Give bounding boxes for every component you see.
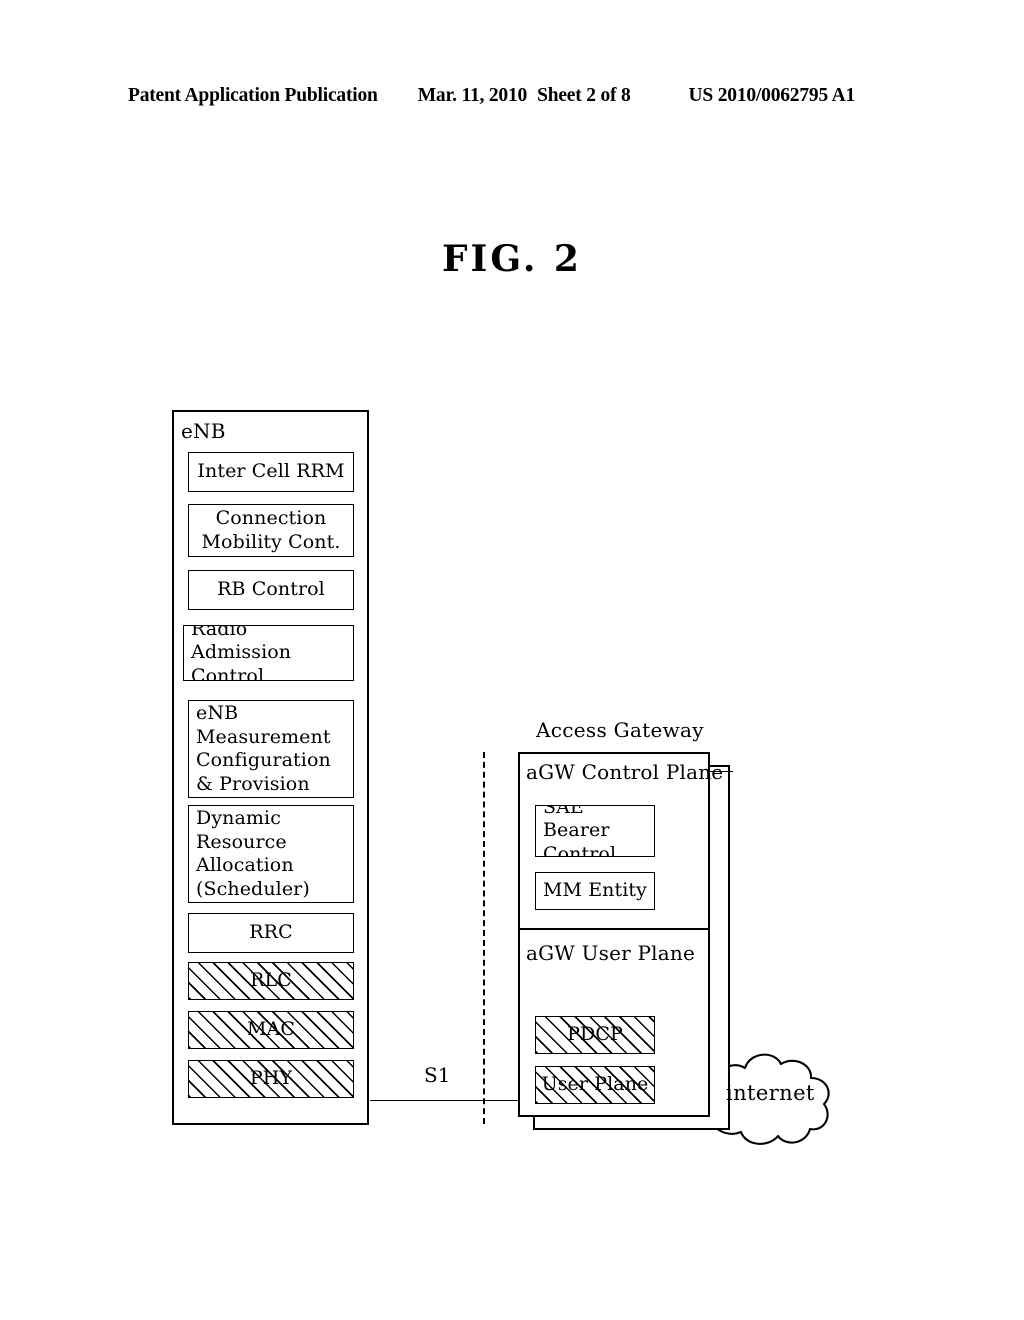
agw-unit-label: SAE Bearer Control [543, 805, 617, 857]
enb-unit-label: RB Control [217, 578, 325, 601]
enb-unit-rb-control[interactable]: RB Control [188, 570, 354, 610]
agw-section-divider [518, 928, 710, 930]
s1-interface-line [370, 1100, 520, 1101]
s1-interface-label: S1 [424, 1063, 451, 1087]
enb-unit-label: Dynamic Resource Allocation (Scheduler) [196, 807, 310, 900]
enb-unit-mac[interactable]: MAC [188, 1011, 354, 1049]
enb-unit-label: Radio Admission Control [191, 625, 292, 681]
access-gateway-caption: Access Gateway [536, 718, 704, 742]
enb-unit-connection-mobility-cont[interactable]: Connection Mobility Cont. [188, 504, 354, 557]
page-header: Patent Application Publication Mar. 11, … [128, 85, 896, 111]
enb-unit-radio-admission-control[interactable]: Radio Admission Control [183, 625, 354, 681]
network-boundary-dashed-line [483, 752, 485, 1124]
header-patent-number: US 2010/0062795 A1 [688, 85, 856, 106]
enb-unit-label: PHY [249, 1067, 293, 1090]
header-sheet-text: Sheet 2 of 8 [537, 85, 631, 106]
enb-unit-inter-cell-rrm[interactable]: Inter Cell RRM [188, 452, 354, 492]
agw-unit-pdcp[interactable]: PDCP [535, 1016, 655, 1054]
enb-unit-label: MAC [246, 1018, 295, 1041]
agw-user-plane-title: aGW User Plane [526, 941, 695, 965]
internet-label: internet [726, 1081, 815, 1105]
agw-unit-label: MM Entity [542, 879, 648, 902]
agw-shadow-connector [710, 771, 733, 772]
agw-unit-mm-entity[interactable]: MM Entity [535, 872, 655, 910]
enb-unit-label: eNB Measurement Configuration & Provisio… [196, 702, 331, 795]
agw-control-plane-title: aGW Control Plane [526, 760, 724, 784]
enb-unit-phy[interactable]: PHY [188, 1060, 354, 1098]
agw-unit-label: PDCP [567, 1023, 623, 1046]
enb-unit-label: Connection Mobility Cont. [201, 507, 341, 553]
enb-unit-label: RRC [249, 921, 293, 944]
figure-title: FIG. 2 [442, 238, 582, 280]
agw-unit-user-plane[interactable]: User Plane [535, 1066, 655, 1104]
agw-unit-label: User Plane [541, 1073, 649, 1096]
enb-title: eNB [181, 419, 226, 443]
enb-unit-label: RLC [250, 969, 292, 992]
header-publication-text: Patent Application Publication [128, 85, 378, 106]
enb-unit-rrc[interactable]: RRC [188, 913, 354, 953]
header-date-text: Mar. 11, 2010 [417, 85, 528, 106]
enb-unit-enb-measurement-configuration[interactable]: eNB Measurement Configuration & Provisio… [188, 700, 354, 798]
enb-unit-dynamic-resource-allocation[interactable]: Dynamic Resource Allocation (Scheduler) [188, 805, 354, 903]
enb-unit-label: Inter Cell RRM [197, 460, 345, 483]
agw-unit-sae-bearer-control[interactable]: SAE Bearer Control [535, 805, 655, 857]
enb-unit-rlc[interactable]: RLC [188, 962, 354, 1000]
